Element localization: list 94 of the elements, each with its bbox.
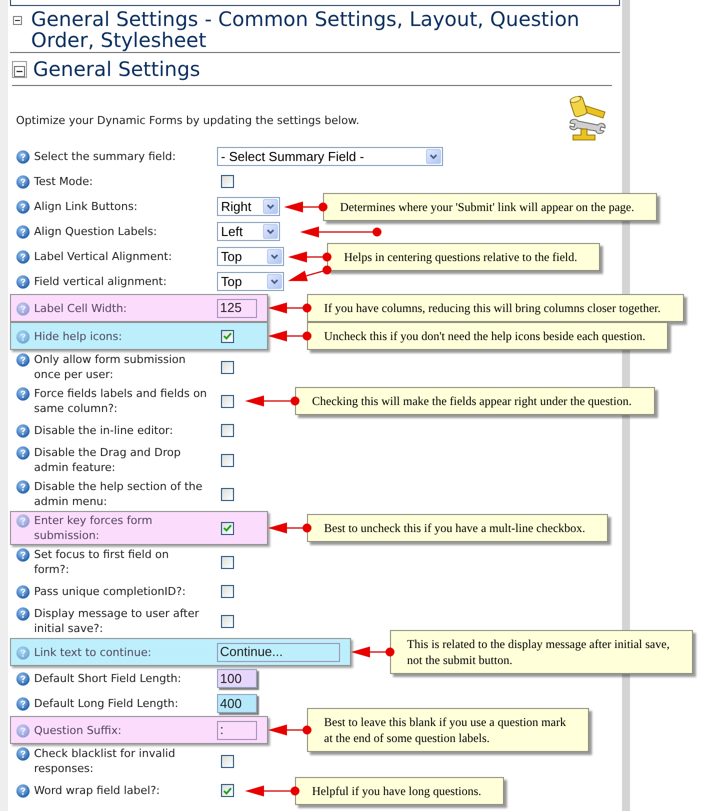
dropdown[interactable]: Right	[217, 197, 280, 216]
section-description: Optimize your Dynamic Forms by updating the settings below.	[16, 113, 360, 128]
callout-note: Best to uncheck this if you have a mult-line checkbox.	[307, 514, 608, 542]
help-icon[interactable]	[16, 747, 30, 761]
callout-note: Determines where your 'Submit' link will appear on the page.	[323, 192, 658, 220]
callout-note: Best to leave this blank if you use a question mark at the end of some question labels.	[307, 708, 589, 752]
chevron-down-icon	[426, 149, 441, 164]
checkbox[interactable]	[221, 360, 234, 374]
pointer-arrow	[245, 784, 300, 796]
callout-note: Helpful if you have long questions.	[295, 776, 504, 804]
page-title: General Settings - Common Settings, Layout, Question Order, Stylesheet	[31, 9, 580, 51]
setting-label: Align Question Labels:	[34, 224, 157, 239]
help-icon[interactable]	[16, 672, 30, 686]
help-icon[interactable]	[16, 424, 30, 438]
pointer-arrow	[268, 302, 312, 314]
help-icon[interactable]	[16, 784, 30, 798]
text-field[interactable]: Continue...	[217, 642, 340, 662]
checkbox[interactable]	[221, 614, 234, 628]
checkbox[interactable]	[221, 784, 234, 797]
callout-note: Helps in centering questions relative to the field.	[327, 242, 600, 270]
pointer-arrow	[268, 330, 312, 342]
help-icon[interactable]	[16, 353, 30, 367]
checkbox[interactable]	[221, 175, 234, 188]
setting-label: Align Link Buttons:	[34, 199, 138, 214]
setting-label: Disable the in-line editor:	[34, 423, 174, 438]
help-icon[interactable]	[16, 275, 30, 289]
setting-label: Test Mode:	[34, 174, 93, 189]
collapse-icon[interactable]	[12, 61, 27, 78]
checkbox[interactable]	[221, 556, 234, 568]
checkbox[interactable]	[221, 585, 234, 598]
pointer-arrow	[268, 724, 312, 736]
help-icon[interactable]	[16, 250, 30, 264]
help-icon[interactable]	[16, 387, 30, 401]
chevron-down-icon	[263, 224, 278, 239]
checkbox[interactable]	[221, 424, 234, 437]
help-icon[interactable]	[16, 446, 30, 460]
chevron-down-icon	[267, 249, 282, 264]
checkbox[interactable]	[221, 522, 234, 534]
setting-label: Field vertical alignment:	[34, 274, 167, 289]
setting-label: Check blacklist for invalid responses:	[34, 746, 176, 776]
setting-label: Set focus to first field on form?:	[34, 547, 169, 577]
help-icon[interactable]	[16, 175, 30, 189]
dropdown[interactable]: Top	[217, 272, 284, 291]
setting-label: Link text to continue:	[34, 644, 152, 660]
setting-label: Only allow form submission once per user:	[34, 352, 186, 382]
callout-note: Checking this will make the fields appear right under the question.	[295, 387, 655, 415]
checkbox[interactable]	[221, 754, 234, 768]
setting-label: Enter key forces form submission:	[34, 513, 152, 543]
checkbox[interactable]	[221, 488, 234, 500]
pointer-arrow	[351, 646, 395, 658]
setting-label: Select the summary field:	[34, 149, 176, 164]
setting-label: Default Short Field Length:	[34, 671, 182, 686]
setting-label: Question Suffix:	[34, 722, 122, 738]
checkmark-icon	[223, 786, 232, 794]
help-icon[interactable]	[16, 200, 30, 214]
setting-label: Word wrap field label?:	[34, 783, 160, 798]
chevron-down-icon	[267, 274, 282, 289]
help-icon[interactable]	[16, 585, 30, 599]
callout-note: This is related to the display message after initial save, not the submit button.	[390, 630, 693, 674]
callout-note: If you have columns, reducing this will bring columns closer together.	[307, 294, 684, 322]
help-icon[interactable]	[16, 480, 30, 494]
setting-label: Label Vertical Alignment:	[34, 249, 172, 264]
text-field[interactable]: 400	[217, 694, 257, 713]
help-icon[interactable]	[16, 548, 30, 562]
pointer-arrow	[245, 395, 300, 407]
collapse-icon[interactable]	[13, 16, 22, 25]
pointer-arrow	[284, 200, 328, 212]
setting-label: Disable the Drag and Drop admin feature:	[34, 445, 181, 475]
text-field[interactable]: 125	[217, 298, 257, 318]
text-field[interactable]: 100	[217, 669, 257, 688]
setting-label: Hide help icons:	[34, 328, 122, 344]
text-field[interactable]: :	[217, 720, 257, 740]
setting-label: Label Cell Width:	[34, 300, 127, 316]
setting-label: Disable the help section of the admin menu:	[34, 479, 202, 509]
checkbox[interactable]	[221, 330, 234, 342]
section-title: General Settings	[33, 59, 200, 80]
setting-label: Force fields labels and fields on same column?:	[34, 386, 207, 416]
checkbox[interactable]	[221, 394, 234, 408]
help-icon[interactable]	[16, 697, 30, 711]
setting-label: Display message to user after initial save?:	[34, 606, 200, 636]
help-icon[interactable]	[16, 607, 30, 621]
dropdown[interactable]: Left	[217, 222, 280, 241]
help-icon[interactable]	[16, 150, 30, 164]
callout-note: Uncheck this if you don't need the help icons beside each question.	[307, 322, 668, 350]
pointer-arrow	[268, 522, 312, 534]
dropdown[interactable]: Top	[217, 247, 284, 266]
checkmark-icon	[223, 332, 232, 340]
dropdown[interactable]: - Select Summary Field -	[217, 147, 443, 166]
checkmark-icon	[223, 524, 232, 532]
checkbox[interactable]	[221, 454, 234, 466]
help-icon[interactable]	[16, 225, 30, 239]
chevron-down-icon	[263, 199, 278, 214]
setting-label: Default Long Field Length:	[34, 696, 178, 711]
setting-label: Pass unique completionID?:	[34, 584, 186, 599]
